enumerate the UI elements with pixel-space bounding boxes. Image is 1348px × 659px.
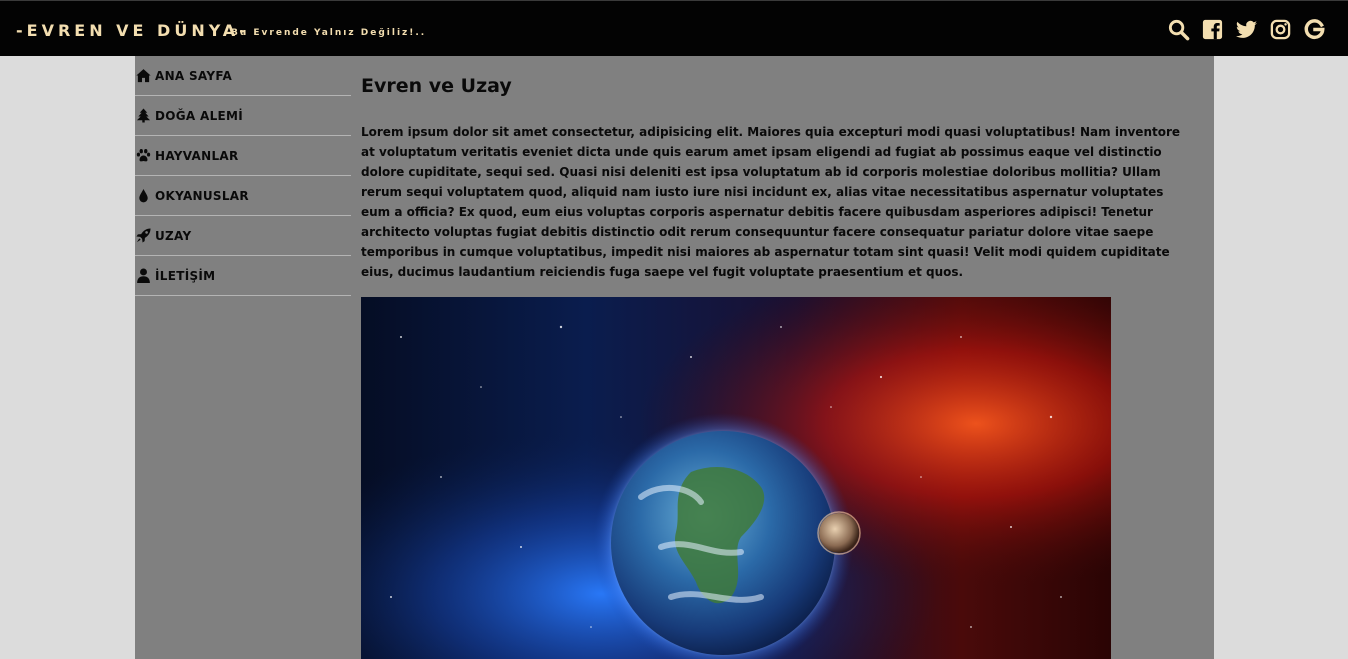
page-container: ANA SAYFA DOĞA ALEMİ HAYVANLAR OKYANUSLA… (135, 56, 1214, 659)
twitter-icon[interactable] (1235, 18, 1258, 41)
social-links (1167, 18, 1326, 41)
facebook-icon[interactable] (1201, 18, 1224, 41)
site-tagline: Bu Evrende Yalnız Değiliz!.. (231, 28, 427, 38)
sidebar-item-okyanuslar[interactable]: OKYANUSLAR (135, 176, 351, 216)
user-icon (137, 268, 150, 283)
sidebar-item-label: UZAY (155, 228, 192, 243)
sidebar-item-label: İLETİŞİM (155, 268, 216, 283)
google-icon[interactable] (1303, 18, 1326, 41)
sidebar-item-iletisim[interactable]: İLETİŞİM (135, 256, 351, 296)
instagram-icon[interactable] (1269, 18, 1292, 41)
article-body: Lorem ipsum dolor sit amet consectetur, … (361, 125, 1181, 279)
top-navbar: -EVREN VE DÜNYA- Bu Evrende Yalnız Değil… (0, 0, 1348, 56)
page-title: Evren ve Uzay (361, 75, 512, 97)
sidebar-item-label: DOĞA ALEMİ (155, 108, 244, 123)
water-drop-icon (139, 188, 148, 203)
sidebar-item-label: ANA SAYFA (155, 68, 233, 83)
search-icon[interactable] (1167, 18, 1190, 41)
sidebar-item-uzay[interactable]: UZAY (135, 216, 351, 256)
sidebar-item-label: OKYANUSLAR (155, 188, 249, 203)
sidebar-nav: ANA SAYFA DOĞA ALEMİ HAYVANLAR OKYANUSLA… (135, 56, 351, 296)
tree-icon (136, 108, 151, 123)
rocket-icon (136, 228, 151, 243)
earth-space-image (361, 297, 1111, 659)
home-icon (136, 69, 151, 83)
site-brand[interactable]: -EVREN VE DÜNYA- (16, 21, 250, 40)
sidebar-item-ana-sayfa[interactable]: ANA SAYFA (135, 56, 351, 96)
sidebar-item-doga-alemi[interactable]: DOĞA ALEMİ (135, 96, 351, 136)
sidebar-item-label: HAYVANLAR (155, 148, 239, 163)
sidebar-item-hayvanlar[interactable]: HAYVANLAR (135, 136, 351, 176)
paw-icon (136, 149, 151, 162)
